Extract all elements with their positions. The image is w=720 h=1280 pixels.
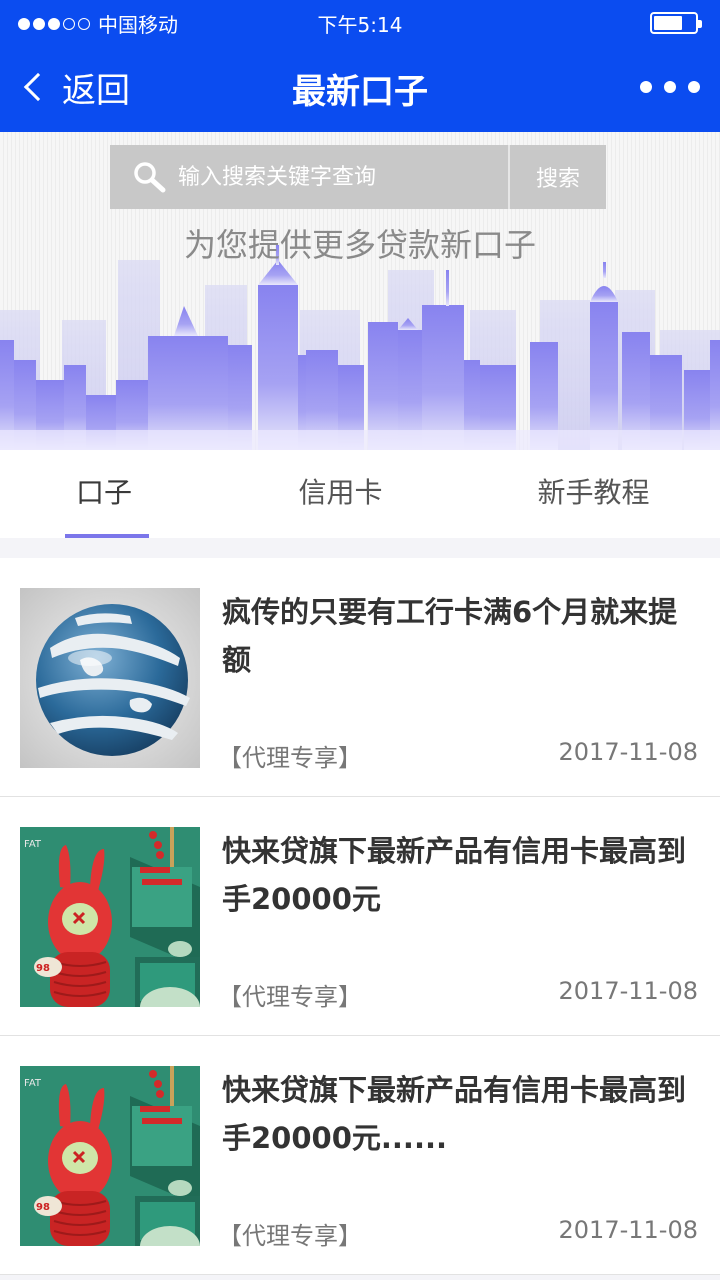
header: 中国移动 下午5:14 返回 最新口子 <box>0 0 720 132</box>
battery-icon <box>650 12 702 34</box>
article-list: 疯传的只要有工行卡满6个月就来提额 【代理专享】 2017-11-08 FAT <box>0 558 720 1275</box>
article-tag: 【代理专享】 <box>218 744 362 772</box>
search-button[interactable]: 搜索 <box>508 145 606 209</box>
article-title: 疯传的只要有工行卡满6个月就来提额 <box>222 595 678 677</box>
nav-bar: 返回 最新口子 <box>0 44 720 132</box>
svg-text:FAT: FAT <box>24 1078 42 1089</box>
article-tag: 【代理专享】 <box>218 983 362 1011</box>
banner: 搜索 为您提供更多贷款新口子 <box>0 132 720 450</box>
red-rabbit-image: FAT 98 <box>20 827 200 1007</box>
back-button[interactable]: 返回 <box>20 62 130 112</box>
article-date: 2017-11-08 <box>558 1216 698 1244</box>
search-bar: 搜索 <box>110 145 606 209</box>
banner-slogan: 为您提供更多贷款新口子 <box>183 226 536 264</box>
svg-text:98: 98 <box>36 1202 50 1213</box>
status-bar: 中国移动 下午5:14 <box>0 0 720 44</box>
tab-credit-card[interactable]: 信用卡 <box>214 450 467 538</box>
list-item[interactable]: 疯传的只要有工行卡满6个月就来提额 【代理专享】 2017-11-08 <box>0 558 720 797</box>
tab-label: 信用卡 <box>298 476 383 509</box>
city-skyline-illustration <box>0 245 720 450</box>
tab-label: 新手教程 <box>537 476 650 509</box>
red-rabbit-image: FAT 98 <box>20 1066 200 1246</box>
status-time: 下午5:14 <box>317 13 403 37</box>
list-item[interactable]: FAT 98 快来贷旗下最新产品有信用卡最高到手20000元...... 【代理… <box>0 1036 720 1275</box>
article-thumbnail: FAT 98 <box>20 827 200 1007</box>
active-tab-indicator <box>65 534 149 538</box>
article-tag: 【代理专享】 <box>218 1222 362 1250</box>
search-field[interactable] <box>110 145 508 209</box>
svg-text:FAT: FAT <box>24 839 42 850</box>
tab-beginner-guide[interactable]: 新手教程 <box>467 450 720 538</box>
search-input[interactable] <box>178 164 488 190</box>
article-thumbnail <box>20 588 200 768</box>
search-icon <box>134 162 166 193</box>
category-tabs: 口子 信用卡 新手教程 <box>0 450 720 538</box>
chevron-left-icon <box>23 72 53 102</box>
tab-label: 口子 <box>75 476 132 509</box>
list-item[interactable]: FAT 98 快来贷旗下最新产品有信用卡最高到手20000元 【代理专享】 20… <box>0 797 720 1036</box>
globe-image <box>20 588 200 768</box>
article-date: 2017-11-08 <box>558 738 698 766</box>
svg-text:98: 98 <box>36 963 50 974</box>
back-label: 返回 <box>62 70 130 111</box>
more-dots-icon <box>640 81 652 93</box>
article-thumbnail: FAT 98 <box>20 1066 200 1246</box>
article-title: 快来贷旗下最新产品有信用卡最高到手20000元...... <box>222 1073 687 1155</box>
tab-kouzi[interactable]: 口子 <box>0 450 214 538</box>
article-title: 快来贷旗下最新产品有信用卡最高到手20000元 <box>222 834 687 916</box>
more-button[interactable] <box>640 72 700 102</box>
article-date: 2017-11-08 <box>558 977 698 1005</box>
